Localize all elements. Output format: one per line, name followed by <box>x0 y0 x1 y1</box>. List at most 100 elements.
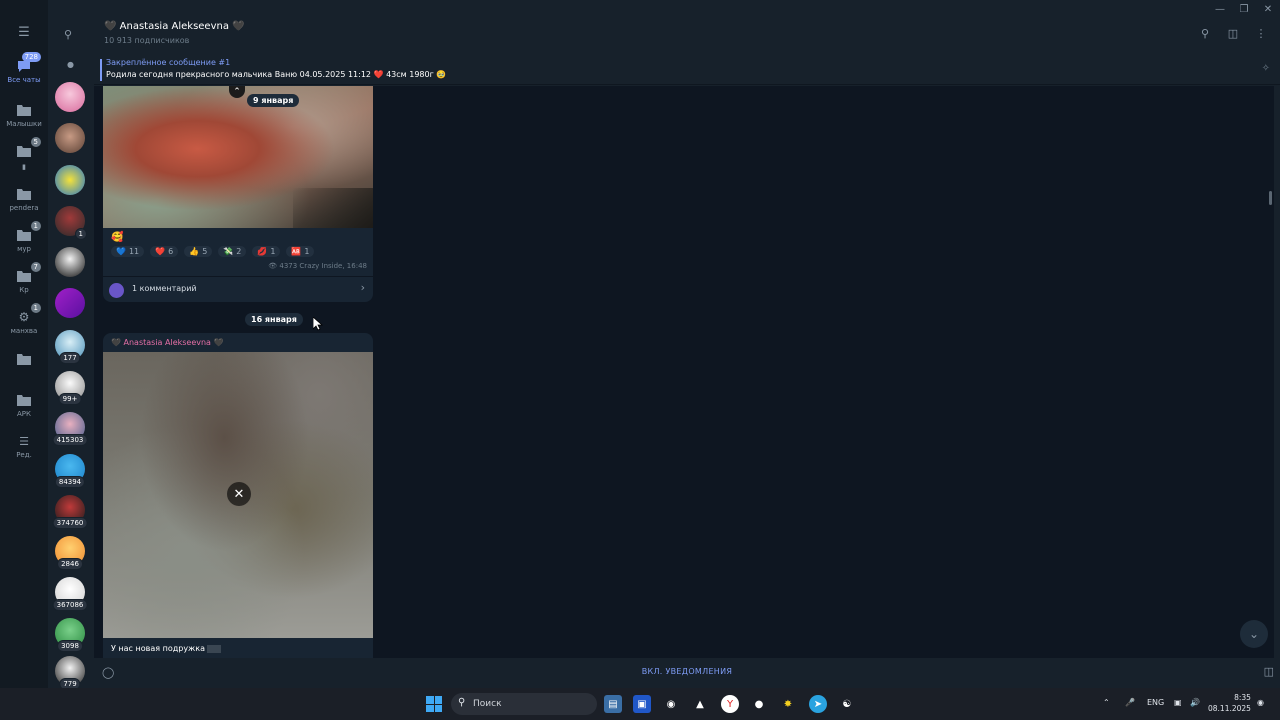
chat-avatar[interactable]: 99+ <box>55 371 85 405</box>
folder-pendera[interactable]: pendera <box>0 186 48 212</box>
clock-time: 8:35 <box>1234 693 1251 702</box>
yandex-browser-icon[interactable]: Y <box>721 695 739 713</box>
chat-avatar[interactable]: 374760 <box>52 495 88 529</box>
date-separator: 16 января <box>245 313 303 326</box>
message-caption: У нас новая подружка <box>111 644 221 653</box>
chat-avatar[interactable]: 415303 <box>52 412 88 446</box>
folder-badge: 1 <box>30 221 41 231</box>
folder-label: манхва <box>10 327 38 335</box>
minimize-icon[interactable]: — <box>1208 0 1232 18</box>
message-card[interactable]: 🥰 💙 11 ❤️ 6 👍 5 💸 2 💋 1 🆎 1 👁 4373 Crazy Insid… <box>103 86 373 302</box>
message-photo[interactable]: ✕ <box>103 352 373 638</box>
hamburger-icon: ☰ <box>18 24 30 40</box>
message-author: 🖤 Anastasia Alekseevna 🖤 <box>111 338 224 347</box>
pinned-text: Родила сегодня прекрасного мальчика Ваню… <box>106 70 447 79</box>
folder-badge: 728 <box>21 52 41 62</box>
chat-avatar[interactable]: 367086 <box>52 577 88 611</box>
message-area[interactable]: 🥰 💙 11 ❤️ 6 👍 5 💸 2 💋 1 🆎 1 👁 4373 Crazy Insid… <box>94 86 1274 658</box>
folder-item-8[interactable] <box>0 351 48 369</box>
telegram-app-icon[interactable]: ➤ <box>809 695 827 713</box>
reaction-chip[interactable]: 💸 2 <box>218 246 247 257</box>
close-icon[interactable]: ✕ <box>227 482 251 506</box>
unread-count: 84394 <box>54 476 86 488</box>
folder-item-3[interactable]: 5 ▮ <box>0 137 48 171</box>
app-icon[interactable]: ● <box>750 695 768 713</box>
scroll-down-button[interactable]: ⌄ <box>1240 620 1268 648</box>
network-icon[interactable]: ▣ <box>1174 698 1182 707</box>
unread-count: 177 <box>59 352 81 364</box>
chat-avatar[interactable]: 2846 <box>55 536 85 570</box>
menu-button[interactable]: ☰ <box>0 24 48 40</box>
sidebar-toggle-icon[interactable]: ◫ <box>1226 26 1240 40</box>
close-window-icon[interactable]: ✕ <box>1256 0 1280 18</box>
app-icon[interactable]: ▲ <box>691 695 709 713</box>
chat-avatar[interactable]: 177 <box>55 330 85 364</box>
comments-button[interactable]: 1 комментарий › <box>103 276 373 302</box>
folder-all-chats[interactable]: 728 Все чаты <box>0 52 48 84</box>
folder-malyshki[interactable]: Малышки <box>0 102 48 128</box>
scrollbar[interactable] <box>1269 191 1272 205</box>
reaction-chip[interactable]: ❤️ 6 <box>150 246 179 257</box>
folder-manhva[interactable]: ⚙ 1 манхва <box>0 303 48 335</box>
chat-avatar[interactable] <box>55 165 85 195</box>
maximize-icon[interactable]: ❐ <box>1232 0 1256 18</box>
enable-notifications-button[interactable]: ВКЛ. УВЕДОМЛЕНИЯ <box>94 667 1280 676</box>
chrome-app-icon[interactable]: ◉ <box>662 695 680 713</box>
explorer-app-icon[interactable]: ▤ <box>604 695 622 713</box>
folder-ark[interactable]: АРК <box>0 392 48 418</box>
pin-list-icon[interactable]: ✧ <box>1262 63 1270 74</box>
store-app-icon[interactable]: ▣ <box>633 695 651 713</box>
search-icon[interactable]: ⚲ <box>1198 26 1212 40</box>
app-icon[interactable]: ☯ <box>838 695 856 713</box>
folder-label: АРК <box>17 410 31 418</box>
taskbar-search-label: Поиск <box>473 699 502 709</box>
clock-date: 08.11.2025 <box>1208 704 1251 713</box>
folder-kr[interactable]: 7 Кр <box>0 262 48 294</box>
volume-icon[interactable]: 🔊 <box>1190 698 1200 707</box>
date-separator: 9 января <box>247 94 300 107</box>
chat-header[interactable]: 🖤 Anastasia Alekseevna 🖤 10 913 подписчи… <box>94 18 1280 52</box>
chat-avatar[interactable] <box>55 247 85 277</box>
tray-overflow-icon[interactable]: ⌃ <box>1103 698 1110 707</box>
search-icon[interactable]: ⚲ <box>64 28 72 41</box>
taskbar-search[interactable]: ⚲ Поиск <box>451 693 597 715</box>
lock-icon[interactable]: ● <box>67 60 74 69</box>
gift-icon[interactable]: ◫ <box>1264 665 1274 678</box>
chat-avatar[interactable] <box>55 123 85 153</box>
reaction-chip[interactable]: 👍 5 <box>184 246 213 257</box>
microphone-icon[interactable]: 🎤 <box>1125 698 1135 707</box>
folder-sidebar: ☰ 728 Все чаты Малышки 5 ▮ pendera 1 мур… <box>0 0 48 688</box>
folder-edit[interactable]: ☰ Ред. <box>0 433 48 460</box>
reaction-chip[interactable]: 🆎 1 <box>286 246 315 257</box>
commenter-avatar <box>109 283 124 298</box>
folder-label: мур <box>17 245 31 253</box>
unread-count: 415303 <box>52 434 88 446</box>
folder-badge: 5 <box>30 137 41 147</box>
chat-avatar[interactable]: 1 <box>55 206 87 240</box>
folder-icon <box>13 186 35 202</box>
app-icon[interactable]: ✸ <box>779 695 797 713</box>
message-card[interactable]: 🖤 Anastasia Alekseevna 🖤 ✕ У нас новая п… <box>103 333 373 658</box>
windows-start-icon[interactable] <box>426 696 442 712</box>
message-photo[interactable] <box>103 86 373 228</box>
message-text: 🥰 <box>111 232 124 243</box>
folder-badge: 7 <box>30 262 41 272</box>
pinned-message[interactable]: Закреплённое сообщение #1 Родила сегодня… <box>94 55 1280 85</box>
chat-avatar[interactable]: 779 <box>55 656 85 690</box>
notification-icon[interactable]: ◉ <box>1257 698 1264 707</box>
more-icon[interactable]: ⋮ <box>1254 26 1268 40</box>
chat-avatar[interactable] <box>55 82 85 112</box>
clock[interactable]: 8:35 08.11.2025 <box>1208 692 1251 714</box>
spoiler-block[interactable] <box>207 644 221 653</box>
chat-avatar[interactable]: 84394 <box>54 454 86 488</box>
chat-avatar[interactable] <box>55 288 85 318</box>
phone-icon: ▮ <box>22 163 26 171</box>
unread-count: 2846 <box>57 558 83 570</box>
reaction-chip[interactable]: 💋 1 <box>252 246 281 257</box>
chat-list: ⚲ ● 1 177 99+ 415303 84394 374760 2846 3… <box>48 0 94 690</box>
language-indicator[interactable]: ENG <box>1147 698 1164 707</box>
folder-label: Кр <box>19 286 29 294</box>
reaction-chip[interactable]: 💙 11 <box>111 246 145 257</box>
folder-mur[interactable]: 1 мур <box>0 221 48 253</box>
chat-avatar[interactable]: 3098 <box>55 618 85 652</box>
